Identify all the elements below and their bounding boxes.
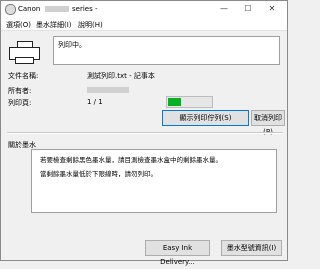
menu-options[interactable]: 選項(O)	[6, 20, 31, 30]
pages-value: 1 / 1	[87, 98, 103, 106]
menu-bar: 選項(O) 墨水詳細(I) 說明(H)	[1, 17, 287, 31]
redacted-owner-value	[87, 87, 129, 93]
status-message-box: 列印中。	[53, 36, 280, 65]
menu-help[interactable]: 說明(H)	[78, 20, 103, 30]
title-bar: Canon series - — ☐ ✕	[1, 1, 287, 17]
document-name-value: 測試列印.txt - 記事本	[87, 72, 155, 80]
redacted-model-name	[45, 6, 69, 12]
ink-message-line-1: 若要檢查剩餘黑色墨水量，請目測檢查墨水盒中的剩餘墨水量。	[40, 156, 222, 164]
close-button[interactable]: ✕	[265, 3, 279, 15]
menu-ink-details[interactable]: 墨水詳細(I)	[36, 20, 72, 30]
minimize-button[interactable]: —	[217, 3, 231, 15]
printer-icon	[9, 41, 41, 65]
ink-message-box: 若要檢查剩餘黑色墨水量，請目測檢查墨水盒中的剩餘墨水量。 當剩餘墨水量低於下限線…	[31, 149, 277, 213]
print-progress-bar	[166, 96, 213, 108]
window-title-brand: Canon	[18, 5, 41, 13]
print-status-window: Canon series - — ☐ ✕ 選項(O) 墨水詳細(I) 說明(H)…	[0, 0, 288, 266]
ink-message-line-2: 當剩餘墨水量低於下限線時，請勿列印。	[40, 170, 157, 178]
easy-ink-delivery-button[interactable]: Easy Ink Delivery...	[145, 240, 210, 266]
section-divider	[7, 132, 283, 134]
status-text: 列印中。	[58, 41, 86, 49]
maximize-button[interactable]: ☐	[241, 3, 255, 15]
progress-fill	[168, 98, 181, 106]
document-name-label: 文件名稱:	[8, 72, 39, 80]
printer-app-icon	[5, 4, 16, 15]
owner-label: 所有者:	[8, 87, 32, 95]
pages-label: 列印頁:	[8, 99, 32, 107]
cancel-printing-button[interactable]: 取消列印(P)	[251, 110, 285, 136]
window-title-suffix: series -	[72, 5, 98, 13]
ink-model-number-button[interactable]: 墨水型號資訊(I)	[221, 240, 282, 256]
show-print-queue-button[interactable]: 顯示列印佇列(S)	[162, 110, 249, 126]
